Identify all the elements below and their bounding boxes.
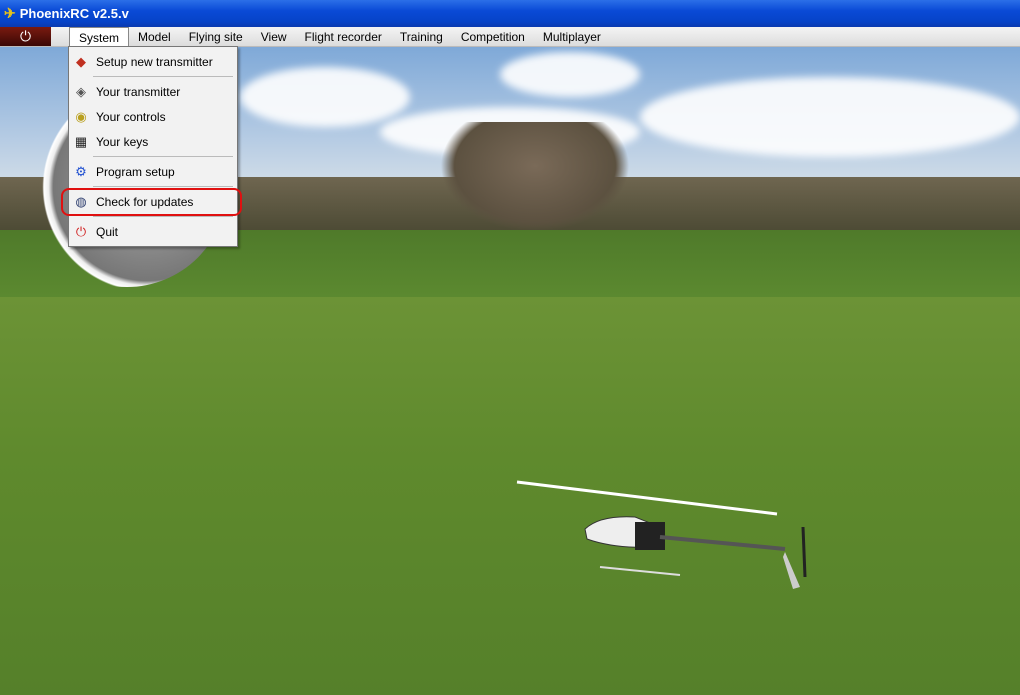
cloud	[640, 77, 1020, 157]
cloud	[240, 67, 410, 127]
helicopter-model	[516, 480, 807, 589]
keys-grid-icon: ▦	[74, 133, 88, 149]
system-dropdown-menu: ◆ Setup new transmitter ◈ Your transmitter…	[68, 46, 238, 247]
quit-power-icon: ⏻	[75, 223, 87, 239]
controls-icon: ◉	[75, 108, 87, 124]
menu-item-label: Quit	[96, 224, 119, 239]
menu-flight-recorder[interactable]: Flight recorder	[296, 27, 391, 47]
menu-item-your-keys[interactable]: ▦ Your keys	[69, 129, 237, 154]
power-icon: ⏻	[19, 28, 32, 44]
tail-rotor	[801, 526, 807, 578]
menu-item-quit[interactable]: ⏻ Quit	[69, 219, 237, 244]
red-annotation-highlight	[61, 188, 242, 216]
menu-separator	[93, 186, 233, 187]
menu-separator	[93, 216, 233, 217]
title-bar: ✈ PhoenixRC v2.5.v	[0, 0, 1020, 27]
menu-item-your-transmitter[interactable]: ◈ Your transmitter	[69, 79, 237, 104]
transmitter-icon: ◈	[76, 83, 86, 99]
menu-view[interactable]: View	[252, 27, 296, 47]
cloud	[500, 52, 640, 97]
menu-item-program-setup[interactable]: ⚙ Program setup	[69, 159, 237, 184]
menu-item-setup-new-transmitter[interactable]: ◆ Setup new transmitter	[69, 49, 237, 74]
window-title: PhoenixRC v2.5.v	[19, 6, 129, 21]
menu-item-label: Your keys	[96, 134, 149, 149]
main-rotor	[516, 480, 778, 516]
tail-fin	[783, 552, 800, 589]
menu-separator	[93, 156, 233, 157]
tree	[440, 122, 630, 232]
menu-bar: ⏻ System Model Flying site View Flight r…	[0, 26, 1020, 47]
grass-field	[0, 297, 1020, 695]
landing-skid	[599, 566, 681, 576]
menu-item-label: Program setup	[96, 164, 175, 179]
menu-flying-site[interactable]: Flying site	[180, 27, 252, 47]
menu-item-label: Your transmitter	[96, 84, 181, 99]
power-button[interactable]: ⏻	[0, 27, 51, 46]
menu-system[interactable]: System	[69, 26, 130, 47]
menu-separator	[93, 76, 233, 77]
gear-icon: ⚙	[75, 163, 87, 179]
menu-multiplayer[interactable]: Multiplayer	[534, 27, 610, 47]
menu-item-your-controls[interactable]: ◉ Your controls	[69, 104, 237, 129]
menu-item-label: Setup new transmitter	[96, 54, 213, 69]
menu-model[interactable]: Model	[129, 27, 180, 47]
menu-item-label: Your controls	[96, 109, 166, 124]
menu-competition[interactable]: Competition	[452, 27, 534, 47]
tail-boom	[659, 535, 786, 551]
menu-training[interactable]: Training	[391, 27, 452, 47]
app-icon: ✈	[4, 5, 16, 21]
transmitter-setup-icon: ◆	[76, 53, 86, 69]
